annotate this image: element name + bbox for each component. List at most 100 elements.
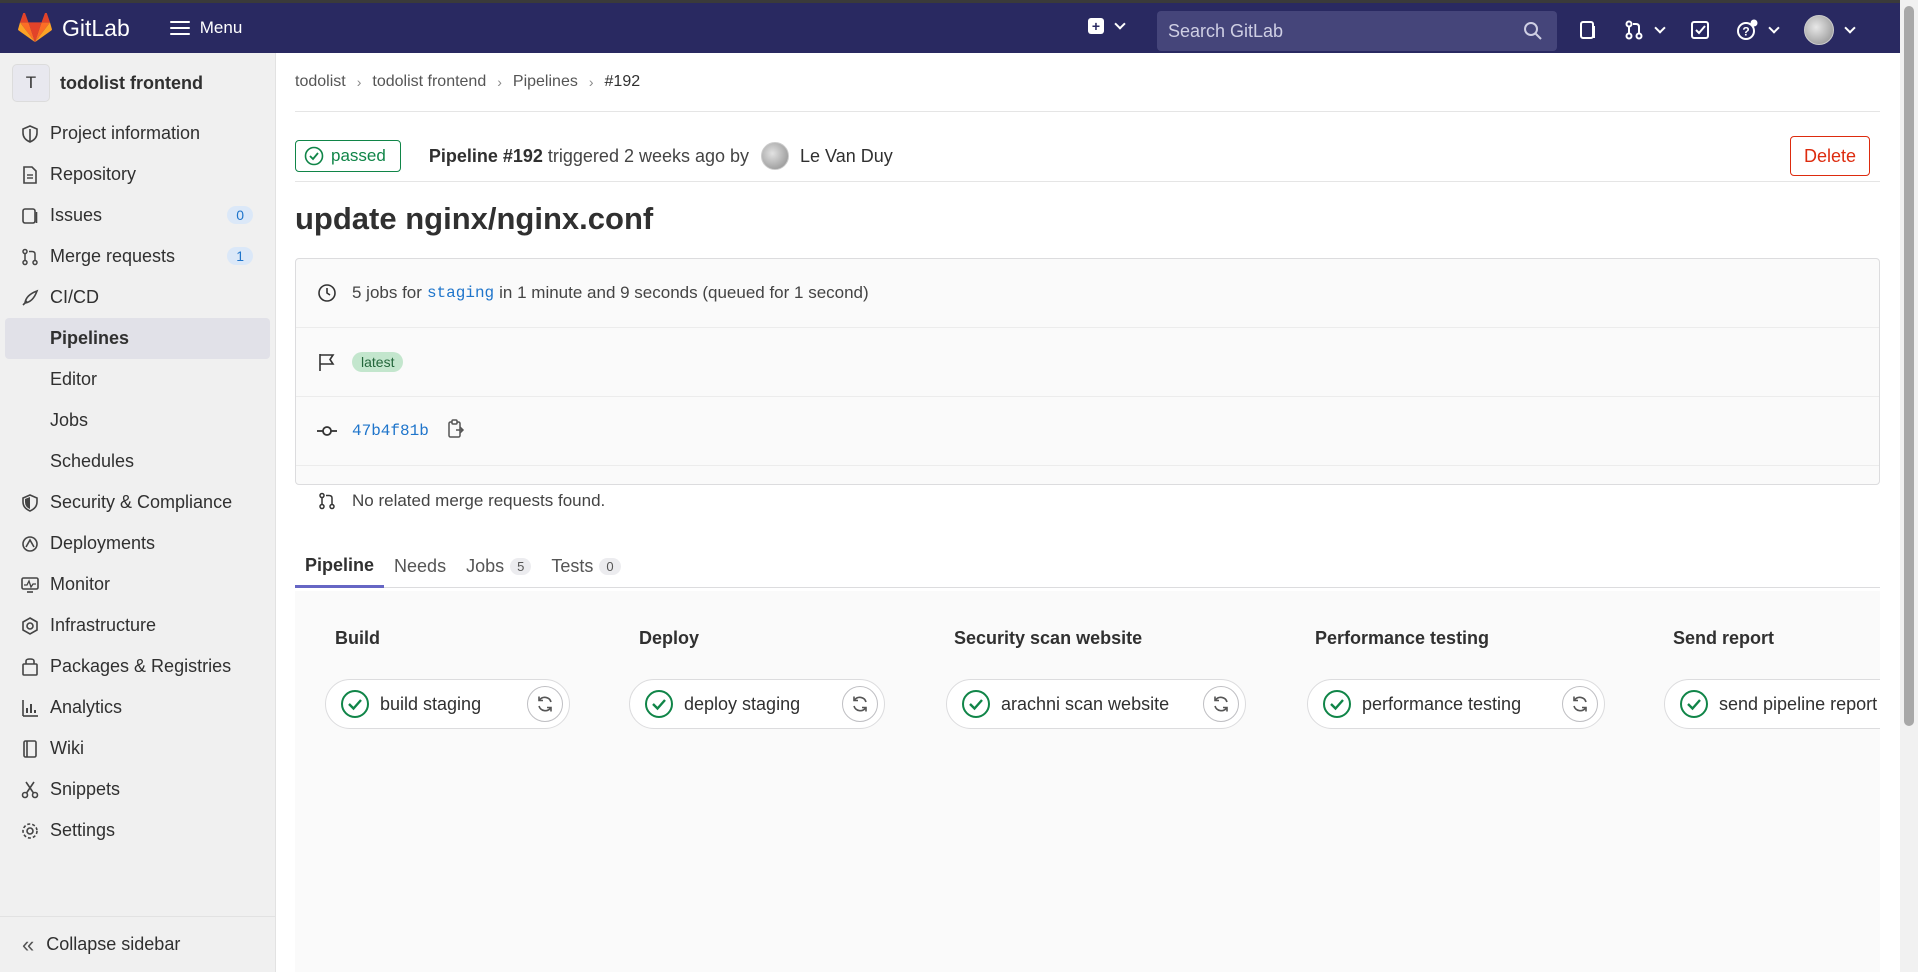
scissors-icon <box>20 780 40 800</box>
sidebar-item-packages-registries[interactable]: Packages & Registries <box>0 646 275 687</box>
status-badge[interactable]: passed <box>295 140 401 172</box>
tab-pipeline[interactable]: Pipeline <box>295 545 385 588</box>
brand-name: GitLab <box>62 14 130 41</box>
project-name: todolist frontend <box>60 72 203 93</box>
sidebar-item-label: Wiki <box>50 738 84 758</box>
todos-nav-button[interactable] <box>1690 20 1710 40</box>
sidebar-item-label: Security & Compliance <box>50 492 233 512</box>
tab-label: Needs <box>394 556 447 576</box>
new-dropdown-button[interactable]: + <box>1088 18 1126 34</box>
stage-title: Security scan website <box>954 628 1143 648</box>
sidebar-item-label: Analytics <box>50 697 123 717</box>
job-pill[interactable]: performance testing <box>1307 679 1605 729</box>
infrastructure-icon <box>20 616 40 636</box>
shield-icon <box>20 493 40 513</box>
branch-link[interactable]: staging <box>427 284 494 302</box>
collapse-sidebar-button[interactable]: « Collapse sidebar <box>0 916 276 972</box>
sidebar-item-analytics[interactable]: Analytics <box>0 687 275 728</box>
jobs-prefix: 5 jobs for <box>352 283 422 302</box>
jobs-summary-row: 5 jobs for staging in 1 minute and 9 sec… <box>296 259 1879 328</box>
commit-icon <box>316 421 338 441</box>
tab-needs[interactable]: Needs <box>384 545 456 588</box>
sidebar-item-repository[interactable]: Repository <box>0 154 275 195</box>
pipeline-graph: Build build staging Deploy deploy stagin… <box>295 591 1880 972</box>
chevron-down-icon <box>1844 21 1856 34</box>
commit-row: 47b4f81b <box>296 397 1879 466</box>
page-title: update nginx/nginx.conf <box>295 201 654 236</box>
breadcrumb-todolist[interactable]: todolist <box>295 73 346 91</box>
stage-title: Send report <box>1673 628 1775 648</box>
sidebar-item-label: Settings <box>50 820 116 840</box>
sidebar-item-label: Snippets <box>50 779 121 799</box>
search-box[interactable] <box>1157 11 1557 51</box>
sidebar-item-security-compliance[interactable]: Security & Compliance <box>0 482 275 523</box>
retry-button[interactable] <box>1203 686 1239 722</box>
job-pill[interactable]: deploy staging <box>629 679 885 729</box>
vertical-scrollbar[interactable] <box>1900 0 1918 972</box>
todo-check-icon <box>1691 20 1709 39</box>
sidebar-item-deployments[interactable]: Deployments <box>0 523 275 564</box>
help-dropdown-button[interactable]: ? <box>1736 19 1780 41</box>
job-pill[interactable]: build staging <box>325 679 570 729</box>
sidebar-subitem-jobs[interactable]: Jobs <box>0 400 275 441</box>
monitor-icon <box>20 575 40 595</box>
plus-square-icon: + <box>1088 18 1104 34</box>
check-circle-icon <box>962 690 990 718</box>
sidebar-subitem-editor[interactable]: Editor <box>0 359 275 400</box>
user-avatar[interactable] <box>761 142 790 170</box>
retry-button[interactable] <box>1562 686 1598 722</box>
tags-row: latest <box>296 328 1879 397</box>
sidebar-item-label: Monitor <box>50 574 111 594</box>
retry-icon <box>1573 696 1587 712</box>
divider <box>295 111 1880 112</box>
divider <box>295 181 1880 182</box>
tab-tests[interactable]: Tests 0 <box>541 545 630 588</box>
tab-jobs[interactable]: Jobs 5 <box>456 545 541 588</box>
breadcrumb-project[interactable]: todolist frontend <box>372 73 486 91</box>
flag-icon <box>316 352 338 372</box>
sidebar-item-monitor[interactable]: Monitor <box>0 564 275 605</box>
job-pill[interactable]: arachni scan website <box>946 679 1246 729</box>
latest-badge: latest <box>352 352 404 372</box>
search-icon <box>1524 22 1542 40</box>
retry-button[interactable] <box>842 686 878 722</box>
chevron-down-icon <box>1654 21 1666 34</box>
book-icon <box>20 739 40 759</box>
sidebar-subitem-pipelines[interactable]: Pipelines <box>5 318 270 359</box>
merge-requests-nav-button[interactable] <box>1624 20 1666 40</box>
gitlab-home-link[interactable]: GitLab <box>18 13 130 43</box>
check-circle-icon <box>1680 690 1708 718</box>
gitlab-logo-icon <box>18 13 52 43</box>
check-circle-icon <box>1323 690 1351 718</box>
sidebar-item-snippets[interactable]: Snippets <box>0 769 275 810</box>
deployments-icon <box>20 534 40 554</box>
info-icon <box>20 124 40 144</box>
tab-label: Tests <box>551 556 594 576</box>
sidebar-project-link[interactable]: T todolist frontend <box>0 53 275 113</box>
sidebar-item-settings[interactable]: Settings <box>0 810 275 851</box>
user-menu-button[interactable] <box>1804 14 1856 45</box>
sidebar-item-issues[interactable]: Issues 0 <box>0 195 275 236</box>
commit-sha-link[interactable]: 47b4f81b <box>352 422 429 440</box>
retry-button[interactable] <box>527 686 563 722</box>
job-pill[interactable]: send pipeline report <box>1664 679 1880 729</box>
issues-icon <box>1580 20 1595 39</box>
sidebar-item-cicd[interactable]: CI/CD <box>0 277 275 318</box>
retry-icon <box>1214 696 1228 712</box>
sidebar-item-infrastructure[interactable]: Infrastructure <box>0 605 275 646</box>
breadcrumb: todolist › todolist frontend › Pipelines… <box>295 73 640 91</box>
sidebar-subitem-schedules[interactable]: Schedules <box>0 441 275 482</box>
chevron-down-icon <box>1768 21 1780 34</box>
breadcrumb-pipelines[interactable]: Pipelines <box>513 73 578 91</box>
delete-button[interactable]: Delete <box>1790 136 1870 176</box>
sidebar-item-project-information[interactable]: Project information <box>0 113 275 154</box>
breadcrumb-current[interactable]: #192 <box>605 73 641 91</box>
sidebar-item-merge-requests[interactable]: Merge requests 1 <box>0 236 275 277</box>
user-name-link[interactable]: Le Van Duy <box>800 146 893 167</box>
search-input[interactable] <box>1168 20 1508 42</box>
sidebar-item-wiki[interactable]: Wiki <box>0 728 275 769</box>
menu-button[interactable]: Menu <box>169 18 242 38</box>
issues-nav-button[interactable] <box>1578 20 1598 40</box>
scrollbar-thumb[interactable] <box>1904 6 1914 726</box>
copy-button[interactable] <box>447 418 465 444</box>
